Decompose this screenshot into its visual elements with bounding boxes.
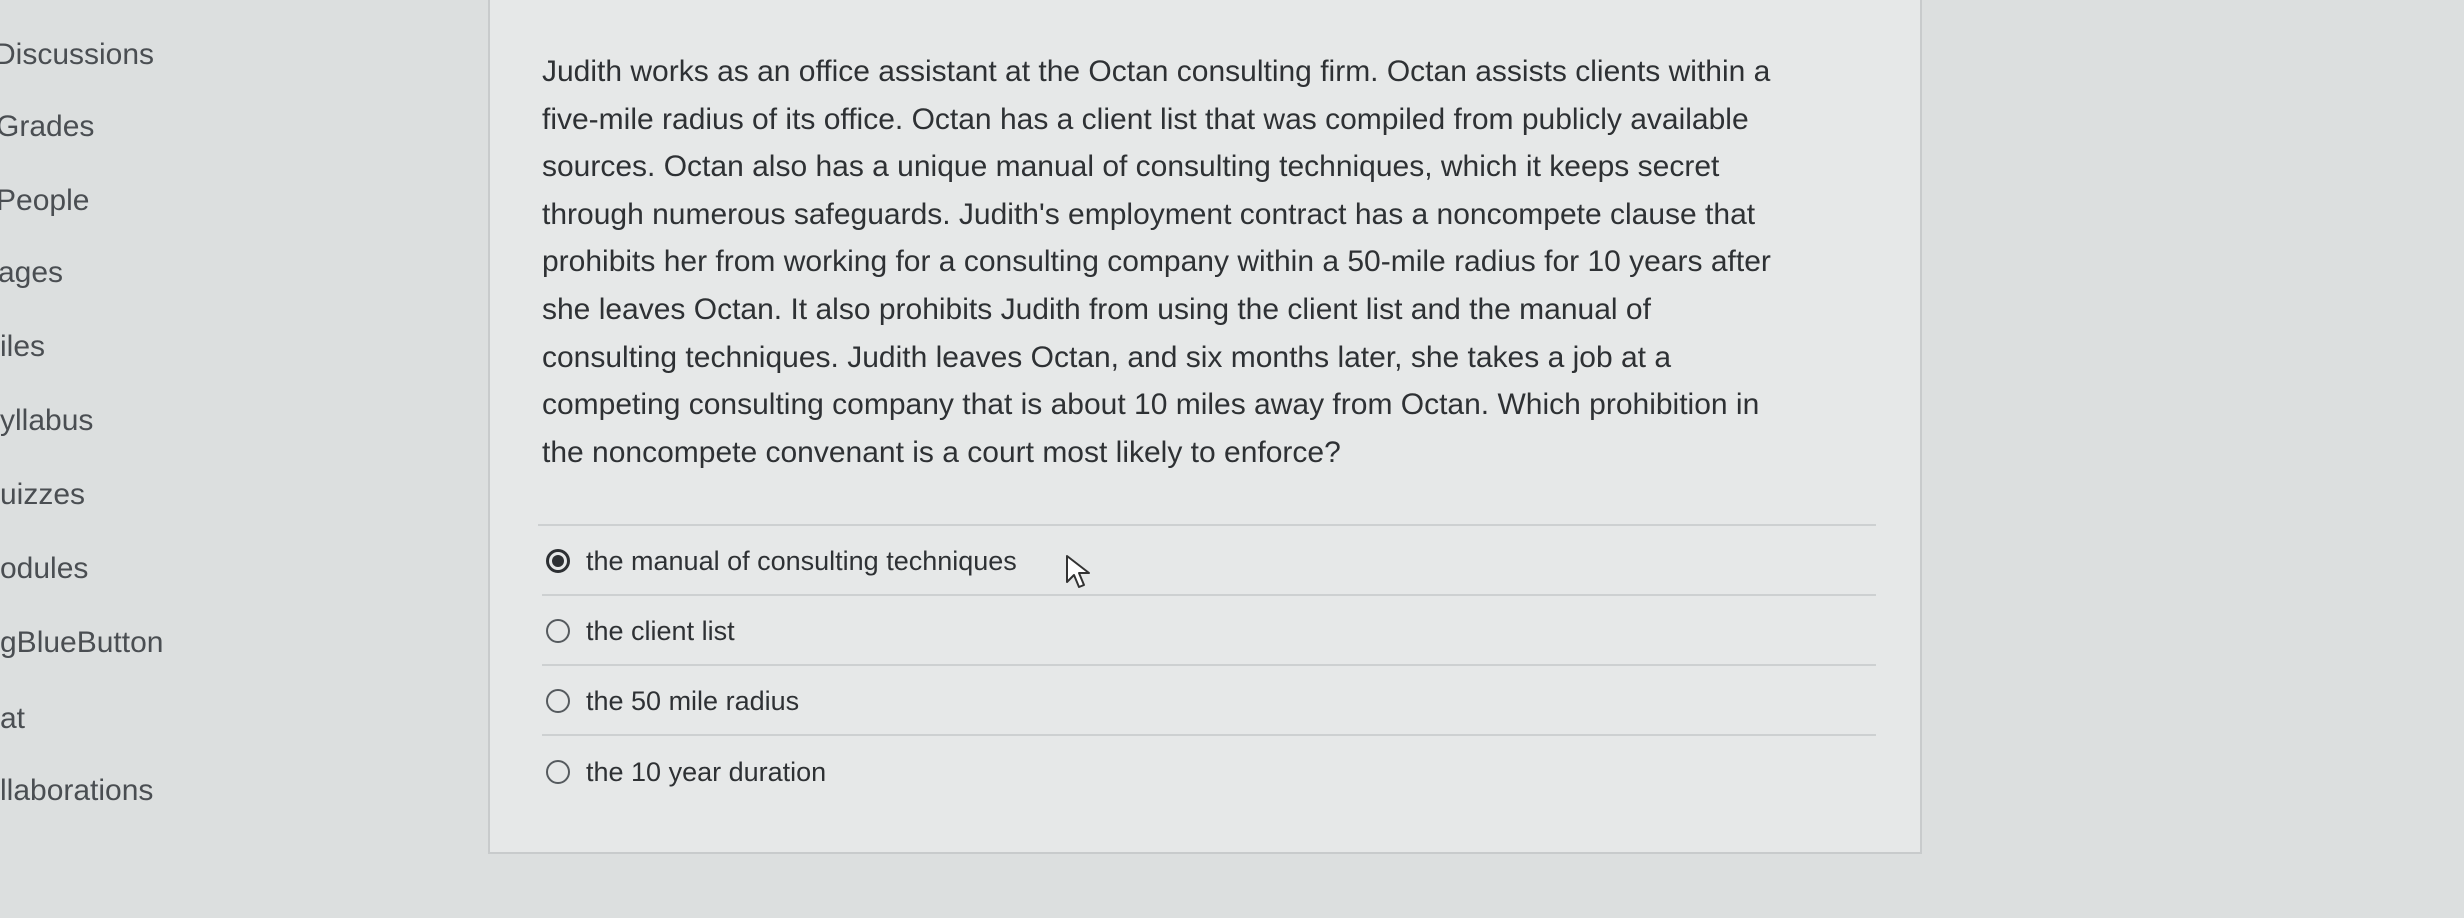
question-line: prohibits her from working for a consult… bbox=[542, 245, 1771, 279]
sidebar-item-grades[interactable]: Grades bbox=[0, 110, 94, 144]
radio-button-selected-icon[interactable] bbox=[546, 549, 570, 573]
answer-label: the 10 year duration bbox=[586, 756, 827, 787]
answer-label: the 50 mile radius bbox=[586, 685, 800, 716]
sidebar-item-syllabus[interactable]: yllabus bbox=[0, 404, 93, 438]
sidebar-item-chat[interactable]: at bbox=[0, 702, 25, 736]
answer-option-client-list[interactable]: the client list bbox=[542, 598, 1876, 666]
sidebar-item-pages[interactable]: ages bbox=[0, 256, 63, 290]
answer-label: the manual of consulting techniques bbox=[586, 545, 1017, 576]
question-line: consulting techniques. Judith leaves Oct… bbox=[542, 340, 1671, 374]
question-line: five-mile radius of its office. Octan ha… bbox=[542, 102, 1749, 136]
radio-button-icon[interactable] bbox=[546, 619, 570, 643]
pointer-arrow-icon bbox=[1066, 555, 1090, 588]
radio-button-icon[interactable] bbox=[546, 760, 570, 784]
question-line: through numerous safeguards. Judith's em… bbox=[542, 197, 1756, 231]
question-line: competing consulting company that is abo… bbox=[542, 388, 1760, 422]
sidebar-item-modules[interactable]: odules bbox=[0, 552, 88, 586]
answer-option-manual[interactable]: the manual of consulting techniques bbox=[542, 528, 1876, 596]
radio-button-icon[interactable] bbox=[546, 689, 570, 713]
sidebar-item-people[interactable]: People bbox=[0, 184, 89, 218]
question-line: she leaves Octan. It also prohibits Judi… bbox=[542, 292, 1651, 326]
sidebar-item-collaborations[interactable]: llaborations bbox=[0, 774, 153, 808]
sidebar-item-discussions[interactable]: Discussions bbox=[0, 38, 154, 72]
sidebar-item-quizzes[interactable]: uizzes bbox=[0, 478, 85, 512]
question-line: Judith works as an office assistant at t… bbox=[542, 55, 1771, 88]
answer-label: the client list bbox=[586, 615, 735, 646]
answer-option-50-mile-radius[interactable]: the 50 mile radius bbox=[542, 668, 1876, 736]
question-card: Judith works as an office assistant at t… bbox=[488, 0, 1922, 854]
answer-option-10-year-duration[interactable]: the 10 year duration bbox=[542, 738, 1876, 806]
question-text: Judith works as an office assistant at t… bbox=[542, 48, 1882, 476]
question-line: the noncompete convenant is a court most… bbox=[542, 435, 1341, 469]
course-navigation: Discussions Grades People ages iles ylla… bbox=[0, 0, 360, 918]
sidebar-item-files[interactable]: iles bbox=[0, 330, 45, 364]
sidebar-item-bigbluebutton[interactable]: gBlueButton bbox=[0, 626, 163, 660]
quiz-page: Discussions Grades People ages iles ylla… bbox=[0, 0, 2464, 918]
answers-divider bbox=[538, 524, 1876, 526]
question-line: sources. Octan also has a unique manual … bbox=[542, 150, 1720, 184]
